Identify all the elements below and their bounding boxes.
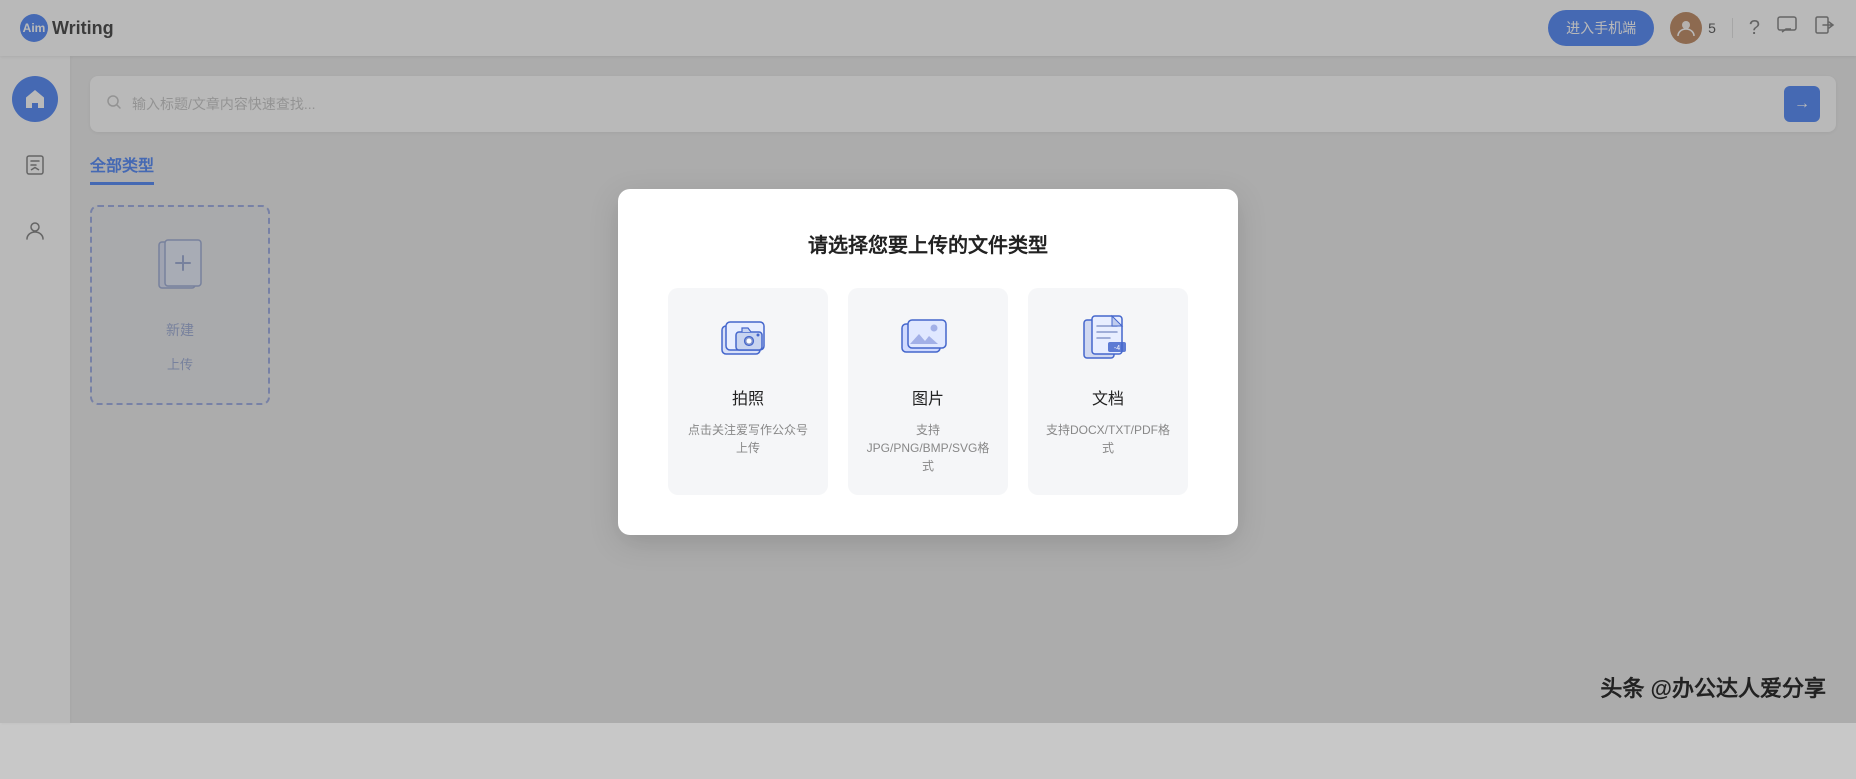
camera-icon bbox=[720, 312, 776, 373]
svg-text:-4: -4 bbox=[1114, 345, 1120, 352]
upload-modal: 请选择您要上传的文件类型 bbox=[618, 189, 1238, 535]
option-camera[interactable]: 拍照 点击关注爱写作公众号上传 bbox=[668, 288, 828, 495]
option-camera-name: 拍照 bbox=[732, 385, 764, 409]
modal-title: 请选择您要上传的文件类型 bbox=[668, 229, 1188, 258]
option-image-name: 图片 bbox=[912, 385, 944, 409]
option-image[interactable]: 图片 支持JPG/PNG/BMP/SVG格式 bbox=[848, 288, 1008, 495]
image-icon bbox=[900, 312, 956, 373]
modal-overlay[interactable]: 请选择您要上传的文件类型 bbox=[0, 0, 1856, 723]
modal-options: 拍照 点击关注爱写作公众号上传 图片 支持JPG/PNG/BMP/SVG bbox=[668, 288, 1188, 495]
option-document-desc: 支持DOCX/TXT/PDF格式 bbox=[1044, 421, 1172, 457]
option-camera-desc: 点击关注爱写作公众号上传 bbox=[684, 421, 812, 457]
option-image-desc: 支持JPG/PNG/BMP/SVG格式 bbox=[864, 421, 992, 475]
option-document[interactable]: -4 文档 支持DOCX/TXT/PDF格式 bbox=[1028, 288, 1188, 495]
document-icon: -4 bbox=[1080, 312, 1136, 373]
option-document-name: 文档 bbox=[1092, 385, 1124, 409]
